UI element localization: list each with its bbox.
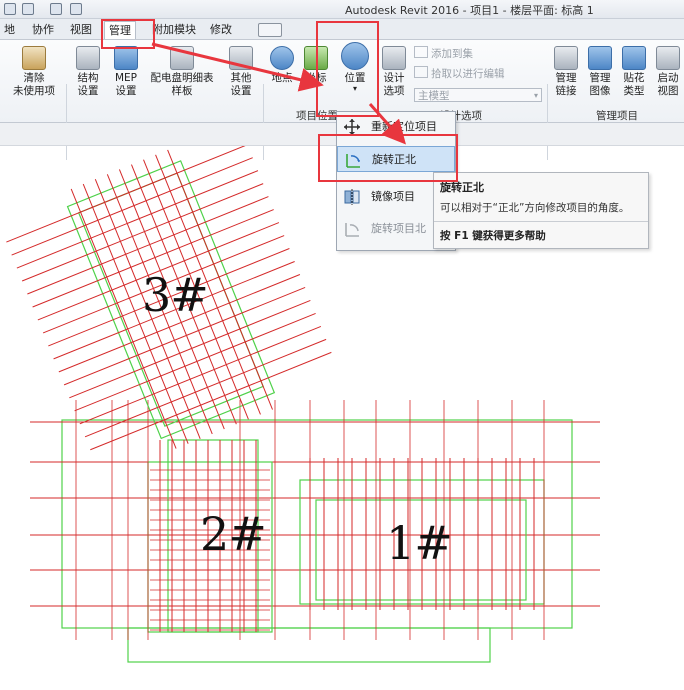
annotation-arrows — [151, 42, 406, 145]
arrow-position-to-rotate — [368, 103, 406, 145]
arrow-manage-to-position — [151, 42, 324, 92]
